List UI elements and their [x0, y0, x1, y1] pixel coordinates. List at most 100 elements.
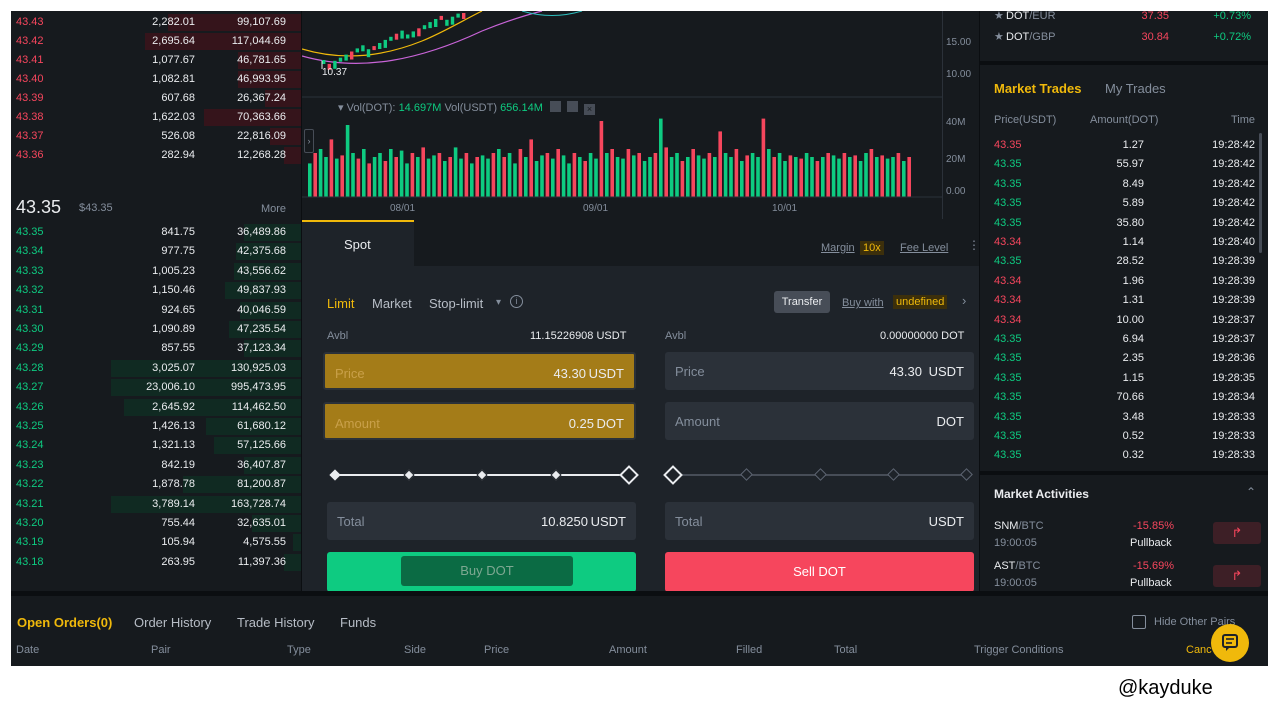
order-type-market[interactable]: Market [372, 296, 412, 311]
cancel-all-link[interactable]: Canc [1186, 644, 1212, 656]
trade-row[interactable]: 43.35 35.80 19:28:42 [980, 214, 1268, 233]
tab-market-trades[interactable]: Market Trades [994, 81, 1081, 96]
sell-button[interactable]: Sell DOT [665, 552, 974, 592]
bid-row[interactable]: 43.26 2,645.92 114,462.50 [11, 398, 301, 417]
bid-row[interactable]: 43.35 841.75 36,489.86 [11, 223, 301, 242]
sell-slider-step[interactable] [740, 468, 753, 481]
buy-button[interactable]: Buy DOT [327, 552, 636, 592]
buy-slider-handle[interactable] [619, 465, 639, 485]
hide-other-pairs-checkbox[interactable] [1132, 615, 1146, 629]
tab-funds[interactable]: Funds [340, 615, 376, 630]
ask-row[interactable]: 43.41 1,077.67 46,781.65 [11, 51, 301, 70]
pair-row[interactable]: ★ DOT/EUR 37.35 +0.73% [994, 11, 1264, 27]
trade-row[interactable]: 43.35 0.52 19:28:33 [980, 427, 1268, 446]
trade-row[interactable]: 43.35 28.52 19:28:39 [980, 252, 1268, 271]
bid-row[interactable]: 43.31 924.65 40,046.59 [11, 301, 301, 320]
info-icon[interactable]: i [510, 295, 523, 308]
bid-row[interactable]: 43.32 1,150.46 49,837.93 [11, 281, 301, 300]
dropdown-caret-icon[interactable]: ▾ [496, 297, 501, 308]
close-icon[interactable]: × [584, 104, 596, 115]
ask-row[interactable]: 43.38 1,622.03 70,363.66 [11, 108, 301, 127]
trade-row[interactable]: 43.34 1.96 19:28:39 [980, 272, 1268, 291]
fee-level-link[interactable]: Fee Level [900, 242, 948, 254]
sell-amount-input[interactable]: Amount DOT [665, 402, 974, 440]
order-type-limit[interactable]: Limit [327, 296, 354, 311]
volume-caret-icon[interactable]: ▾ [338, 102, 344, 114]
chart-canvas[interactable] [302, 11, 979, 219]
buy-slider-step[interactable] [329, 469, 341, 481]
bid-row[interactable]: 43.19 105.94 4,575.55 [11, 533, 301, 552]
buy-slider-step[interactable] [476, 469, 488, 481]
sell-slider-step[interactable] [960, 468, 973, 481]
collapse-icon[interactable]: ⌃ [1246, 485, 1256, 499]
margin-leverage-badge[interactable]: 10x [860, 241, 884, 255]
ask-row[interactable]: 43.43 2,282.01 99,107.69 [11, 13, 301, 32]
pullback-icon[interactable]: ↱ [1213, 565, 1261, 587]
bid-row[interactable]: 43.23 842.19 36,407.87 [11, 456, 301, 475]
bid-row[interactable]: 43.20 755.44 32,635.01 [11, 514, 301, 533]
pair-row[interactable]: ★ DOT/GBP 30.84 +0.72% [994, 29, 1264, 48]
eye-icon[interactable] [549, 101, 561, 112]
sell-total-input[interactable]: Total USDT [665, 502, 974, 540]
trade-row[interactable]: 43.34 10.00 19:28:37 [980, 311, 1268, 330]
buy-price-input[interactable]: Price 43.30 USDT [323, 352, 636, 390]
margin-link[interactable]: Margin [821, 242, 855, 254]
tab-order-history[interactable]: Order History [134, 615, 211, 630]
bid-row[interactable]: 43.21 3,789.14 163,728.74 [11, 495, 301, 514]
pullback-icon[interactable]: ↱ [1213, 522, 1261, 544]
price-chart[interactable]: 10.37 15.00 10.00 ▾ Vol(DOT): 14.697M Vo… [302, 11, 979, 219]
bid-row[interactable]: 43.29 857.55 37,123.34 [11, 339, 301, 358]
buy-total-input[interactable]: Total 10.8250 USDT [327, 502, 636, 540]
trade-row[interactable]: 43.34 1.14 19:28:40 [980, 233, 1268, 252]
ask-row[interactable]: 43.37 526.08 22,816.09 [11, 127, 301, 146]
sell-slider-handle[interactable] [663, 465, 683, 485]
buy-with-value[interactable]: undefined [893, 295, 948, 309]
sell-slider-step[interactable] [814, 468, 827, 481]
ask-row[interactable]: 43.42 2,695.64 117,044.69 [11, 32, 301, 51]
star-icon[interactable]: ★ [994, 30, 1004, 43]
trade-row[interactable]: 43.35 2.35 19:28:36 [980, 349, 1268, 368]
trade-row[interactable]: 43.35 70.66 19:28:34 [980, 388, 1268, 407]
bid-row[interactable]: 43.24 1,321.13 57,125.66 [11, 436, 301, 455]
ask-row[interactable]: 43.40 1,082.81 46,993.95 [11, 70, 301, 89]
bid-row[interactable]: 43.33 1,005.23 43,556.62 [11, 262, 301, 281]
buy-slider-step[interactable] [403, 469, 415, 481]
tab-my-trades[interactable]: My Trades [1105, 81, 1166, 96]
ask-row[interactable]: 43.39 607.68 26,367.24 [11, 89, 301, 108]
trade-row[interactable]: 43.35 55.97 19:28:42 [980, 155, 1268, 174]
trade-row[interactable]: 43.35 5.89 19:28:42 [980, 194, 1268, 213]
sell-slider-step[interactable] [887, 468, 900, 481]
buy-slider-step[interactable] [550, 469, 562, 481]
bid-row[interactable]: 43.22 1,878.78 81,200.87 [11, 475, 301, 494]
chat-button[interactable] [1211, 624, 1249, 662]
trade-row[interactable]: 43.35 8.49 19:28:42 [980, 175, 1268, 194]
bid-row[interactable]: 43.34 977.75 42,375.68 [11, 242, 301, 261]
tab-open-orders[interactable]: Open Orders(0) [17, 615, 112, 630]
tab-spot[interactable]: Spot [302, 220, 414, 266]
bid-row[interactable]: 43.18 263.95 11,397.36 [11, 553, 301, 572]
buy-with-link[interactable]: Buy with [842, 297, 884, 309]
sell-price-input[interactable]: Price 43.30 USDT [665, 352, 974, 390]
trade-row[interactable]: 43.35 1.15 19:28:35 [980, 369, 1268, 388]
more-link[interactable]: More [261, 203, 286, 215]
expand-panel-icon[interactable]: › [304, 129, 314, 153]
bid-row[interactable]: 43.27 23,006.10 995,473.95 [11, 378, 301, 397]
activity-item[interactable]: SNM/BTC 19:00:05 -15.85% Pullback ↱ [980, 516, 1268, 554]
buy-amount-input[interactable]: Amount 0.25 DOT [323, 402, 636, 440]
star-icon[interactable]: ★ [994, 11, 1004, 22]
ask-row[interactable]: 43.36 282.94 12,268.28 [11, 146, 301, 165]
trade-row[interactable]: 43.35 0.32 19:28:33 [980, 446, 1268, 465]
bid-row[interactable]: 43.25 1,426.13 61,680.12 [11, 417, 301, 436]
trade-row[interactable]: 43.35 1.27 19:28:42 [980, 136, 1268, 155]
settings-icon[interactable] [567, 101, 578, 112]
trade-row[interactable]: 43.34 1.31 19:28:39 [980, 291, 1268, 310]
activity-item[interactable]: AST/BTC 19:00:05 -15.69% Pullback ↱ [980, 556, 1268, 594]
bid-row[interactable]: 43.28 3,025.07 130,925.03 [11, 359, 301, 378]
tab-trade-history[interactable]: Trade History [237, 615, 315, 630]
trade-row[interactable]: 43.35 6.94 19:28:37 [980, 330, 1268, 349]
trades-scrollbar[interactable] [1259, 133, 1262, 253]
trade-row[interactable]: 43.35 3.48 19:28:33 [980, 408, 1268, 427]
chevron-right-icon[interactable]: › [962, 293, 966, 308]
order-type-stop-limit[interactable]: Stop-limit [429, 296, 483, 311]
transfer-button[interactable]: Transfer [774, 291, 830, 313]
